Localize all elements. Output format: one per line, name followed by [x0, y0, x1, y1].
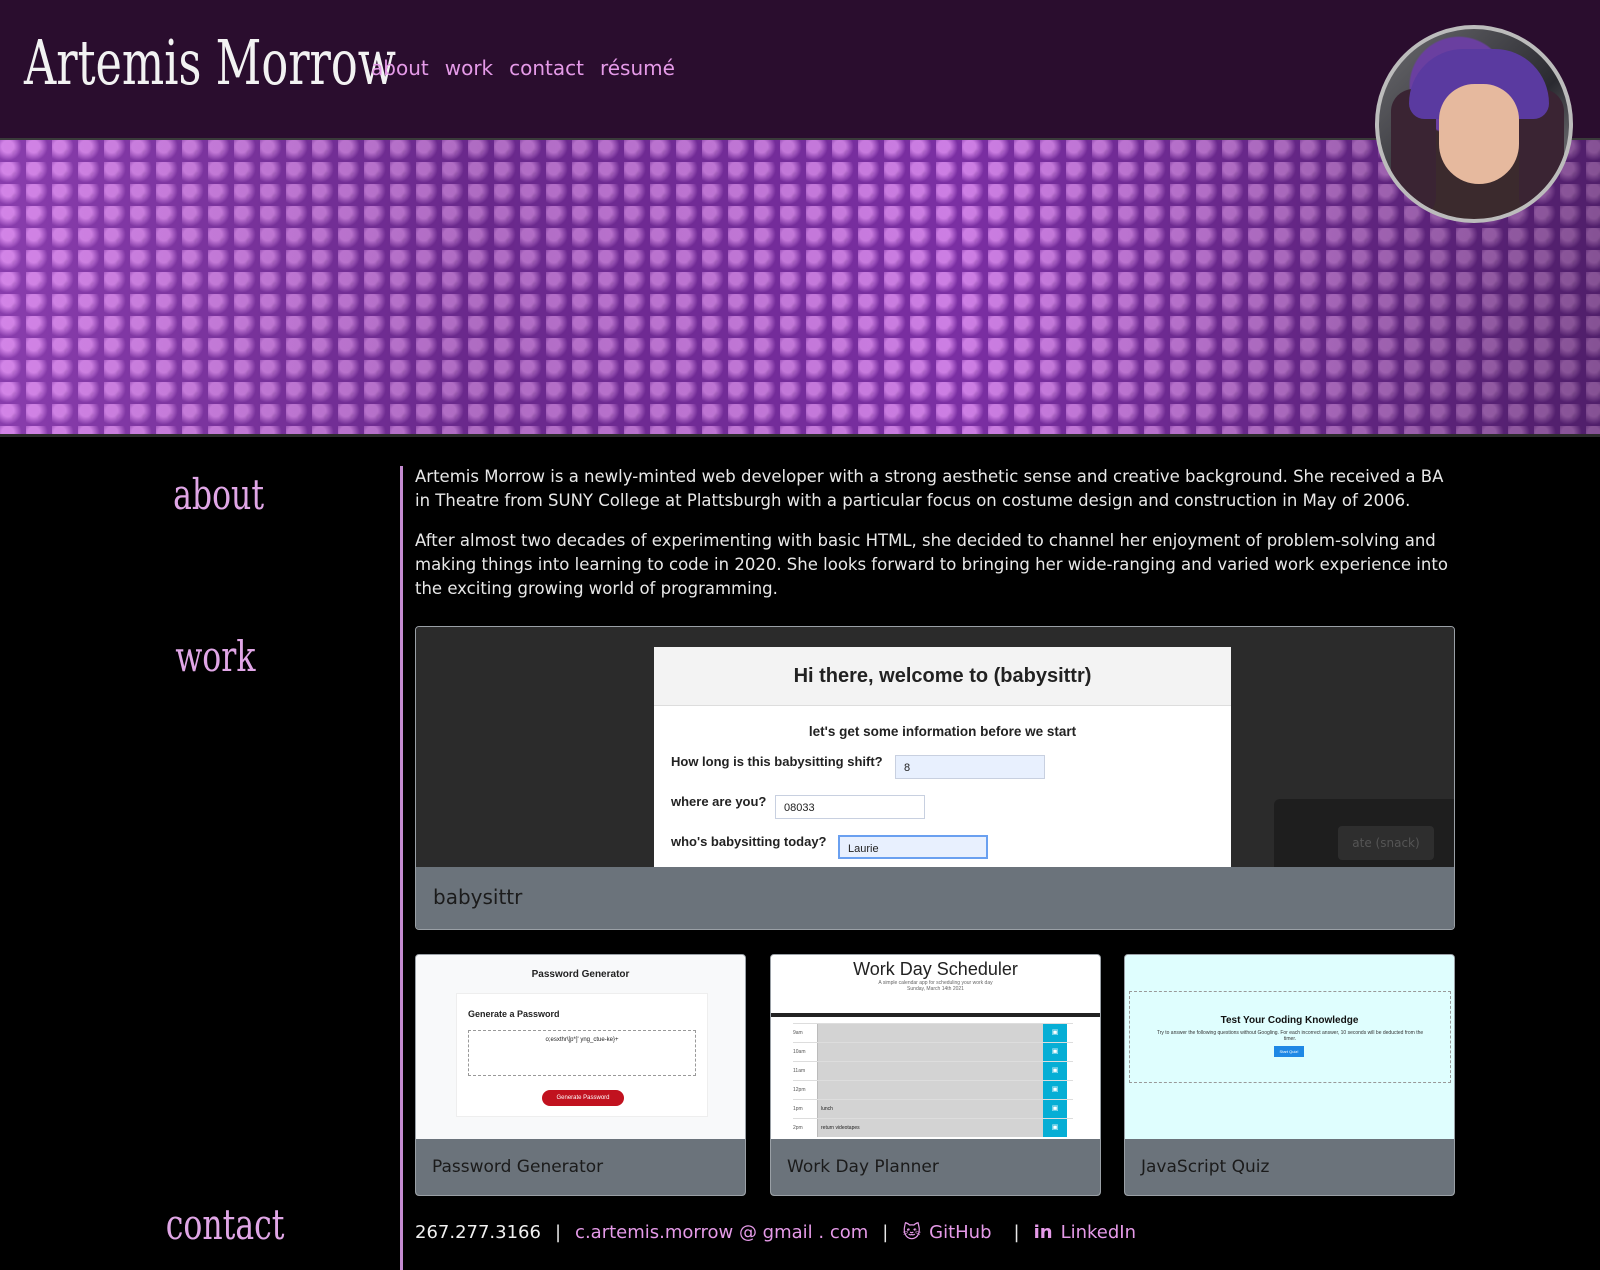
contact-bar: 267.277.3166 | c.artemis.morrow @ gmail … — [415, 1222, 1137, 1243]
save-icon: ▣ — [1043, 1062, 1067, 1080]
project-screenshot: Hi there, welcome to (babysittr) let's g… — [416, 627, 1454, 867]
project-card-javascript-quiz[interactable]: Test Your Coding Knowledge Try to answer… — [1124, 954, 1455, 1196]
project-thumbnail: Work Day Scheduler A simple calendar app… — [771, 955, 1100, 1139]
about-section-heading: about — [173, 470, 264, 519]
project-card-password-generator[interactable]: Password Generator Generate a Password o… — [415, 954, 746, 1196]
project-title: Password Generator — [432, 1157, 604, 1177]
screenshot-answer-1: 8 — [895, 755, 1045, 779]
linkedin-icon: in — [1033, 1222, 1053, 1243]
nav-about-link[interactable]: about — [371, 56, 429, 80]
linkedin-link[interactable]: in LinkedIn — [1034, 1222, 1136, 1243]
site-header: Artemis Morrow about work contact résumé — [0, 0, 1600, 140]
save-icon: ▣ — [1043, 1043, 1067, 1061]
github-icon: 🐱 — [902, 1222, 922, 1243]
project-thumbnail: Password Generator Generate a Password o… — [416, 955, 745, 1139]
save-icon: ▣ — [1043, 1100, 1067, 1118]
screenshot-question-2: where are you? — [671, 794, 767, 809]
project-card-babysittr[interactable]: Hi there, welcome to (babysittr) let's g… — [415, 626, 1455, 930]
hero-banner-sequins — [0, 140, 1600, 437]
screenshot-heading: Hi there, welcome to (babysittr) — [654, 647, 1231, 706]
contact-section-heading: contact — [165, 1200, 285, 1249]
nav-resume-link[interactable]: résumé — [600, 56, 675, 80]
about-paragraph-1: Artemis Morrow is a newly-minted web dev… — [415, 467, 1444, 510]
screenshot-answer-3: Laurie — [838, 835, 988, 859]
screenshot-subheading: let's get some information before we sta… — [808, 724, 1077, 739]
save-icon: ▣ — [1043, 1024, 1067, 1042]
project-title: JavaScript Quiz — [1141, 1157, 1270, 1177]
phone-number: 267.277.3166 — [415, 1222, 541, 1243]
screenshot-question-3: who's babysitting today? — [671, 834, 827, 849]
screenshot-answer-2: 08033 — [775, 795, 925, 819]
content-divider — [400, 466, 403, 1270]
screenshot-overlay-button: ate (snack) — [1338, 826, 1434, 860]
work-section-heading: work — [175, 632, 256, 681]
save-icon: ▣ — [1043, 1119, 1067, 1137]
profile-avatar — [1375, 25, 1573, 223]
main-nav: about work contact résumé — [371, 56, 675, 80]
about-paragraph-2: After almost two decades of experimentin… — [415, 531, 1448, 598]
site-brand[interactable]: Artemis Morrow — [24, 22, 396, 104]
screenshot-question-1: How long is this babysitting shift? — [671, 754, 883, 769]
nav-work-link[interactable]: work — [445, 56, 493, 80]
project-card-work-day-planner[interactable]: Work Day Scheduler A simple calendar app… — [770, 954, 1101, 1196]
nav-contact-link[interactable]: contact — [509, 56, 584, 80]
save-icon: ▣ — [1043, 1081, 1067, 1099]
email-link[interactable]: c.artemis.morrow @ gmail . com — [575, 1222, 868, 1243]
project-thumbnail: Test Your Coding Knowledge Try to answer… — [1125, 955, 1454, 1139]
project-title: babysittr — [433, 885, 523, 909]
github-link[interactable]: 🐱 GitHub — [902, 1222, 991, 1243]
project-title: Work Day Planner — [787, 1157, 939, 1177]
